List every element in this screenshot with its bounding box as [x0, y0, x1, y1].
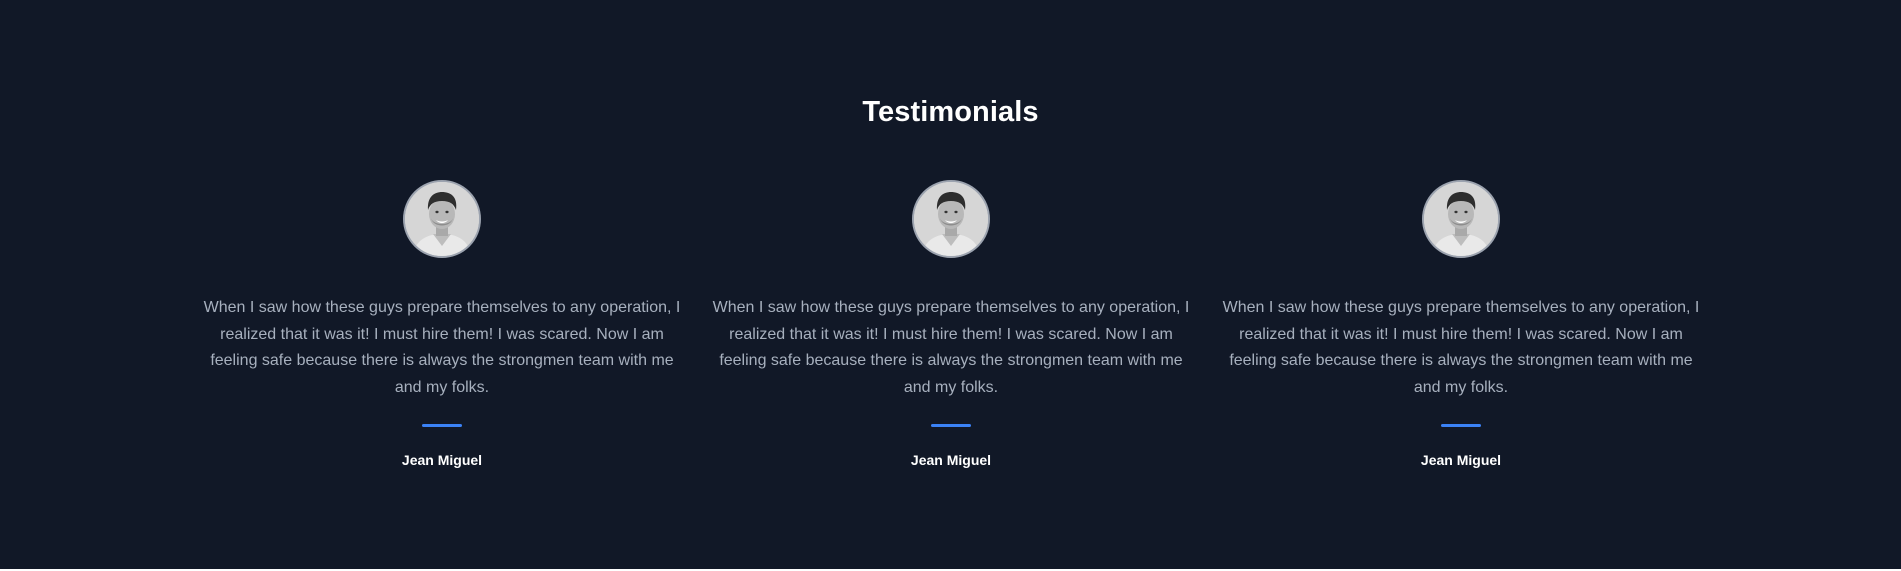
testimonial-author: Jean Miguel	[1420, 452, 1502, 468]
testimonial-quote: When I saw how these guys prepare themse…	[203, 299, 681, 396]
person-photo-icon	[914, 182, 988, 256]
testimonial-card: When I saw how these guys prepare themse…	[711, 180, 1191, 468]
person-photo-icon	[1424, 182, 1498, 256]
testimonial-author: Jean Miguel	[401, 452, 483, 468]
avatar	[912, 180, 990, 258]
section-title: Testimonials	[862, 96, 1039, 128]
avatar	[1422, 180, 1500, 258]
accent-divider	[931, 424, 971, 427]
testimonial-quote: When I saw how these guys prepare themse…	[712, 299, 1190, 396]
testimonial-list: When I saw how these guys prepare themse…	[0, 180, 1901, 480]
avatar	[403, 180, 481, 258]
accent-divider	[1441, 424, 1481, 427]
accent-divider	[422, 424, 462, 427]
testimonial-quote: When I saw how these guys prepare themse…	[1222, 299, 1700, 396]
testimonial-author: Jean Miguel	[910, 452, 992, 468]
person-photo-icon	[405, 182, 479, 256]
testimonial-card: When I saw how these guys prepare themse…	[1221, 180, 1701, 468]
testimonial-card: When I saw how these guys prepare themse…	[202, 180, 682, 468]
testimonials-section: Testimonials When I saw how these guys p…	[0, 0, 1901, 571]
